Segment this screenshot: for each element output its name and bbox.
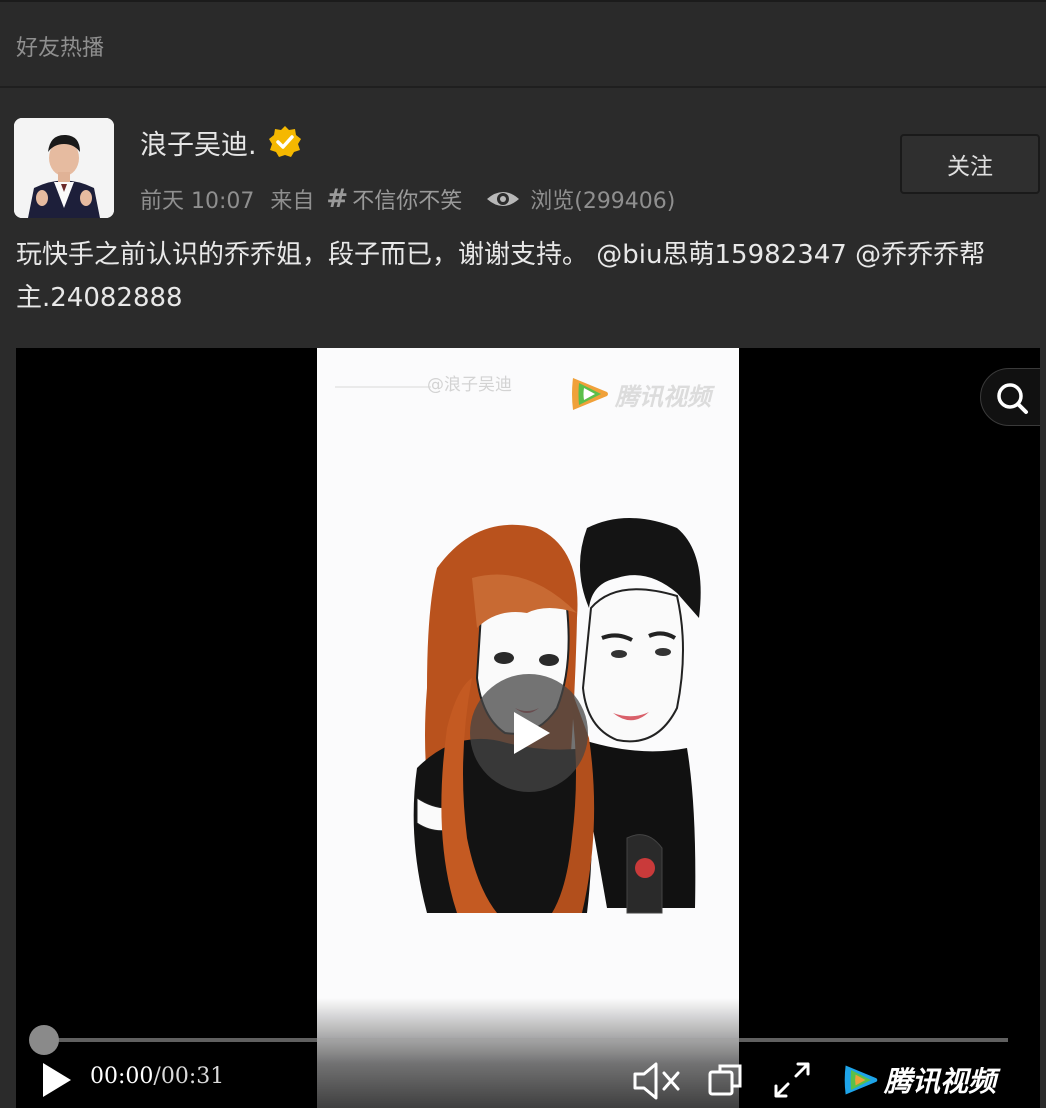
topic-label: 不信你不笑 bbox=[352, 189, 463, 214]
play-icon[interactable] bbox=[40, 1060, 74, 1100]
verified-icon bbox=[268, 126, 301, 157]
fullscreen-icon[interactable] bbox=[772, 1060, 812, 1100]
video-watermark-logo: 腾讯视频 bbox=[569, 374, 711, 414]
tencent-video-brand: 腾讯视频 bbox=[884, 1065, 997, 1098]
source-label: 来自 bbox=[270, 189, 315, 214]
current-time: 00:00 bbox=[90, 1064, 154, 1089]
video-player[interactable]: @浪子吴迪 腾讯视频 00:00/00:31 腾讯视频 bbox=[16, 348, 1040, 1108]
username[interactable]: 浪子吴迪. bbox=[140, 123, 257, 162]
post-text-body: 玩快手之前认识的乔乔姐，段子而已，谢谢支持。 bbox=[16, 240, 589, 270]
pip-icon[interactable] bbox=[706, 1060, 746, 1100]
section-title: 好友热播 bbox=[16, 36, 105, 61]
watermark-line bbox=[335, 386, 431, 388]
section-header: 好友热播 bbox=[0, 0, 1046, 88]
progress-bar[interactable] bbox=[44, 1038, 1008, 1042]
view-count: 浏览(299406) bbox=[486, 183, 675, 215]
big-play-button[interactable] bbox=[470, 674, 588, 792]
avatar[interactable] bbox=[14, 118, 114, 218]
tencent-video-logo-icon bbox=[572, 378, 608, 410]
search-icon bbox=[997, 383, 1028, 414]
video-controls: 00:00/00:31 腾讯视频 bbox=[16, 1056, 1040, 1108]
progress-handle[interactable] bbox=[29, 1025, 59, 1055]
view-count-label: 浏览(299406) bbox=[530, 189, 676, 214]
topic-link[interactable]: # 不信你不笑 bbox=[326, 183, 462, 215]
post-meta: 前天 10:07 来自 # 不信你不笑 浏览(299406) bbox=[140, 182, 675, 216]
post-text: 玩快手之前认识的乔乔姐，段子而已，谢谢支持。 @biu思萌15982347 @乔… bbox=[16, 234, 1036, 320]
mention-link[interactable]: @biu思萌15982347 bbox=[596, 240, 847, 270]
play-icon bbox=[514, 712, 550, 754]
username-row: 浪子吴迪. bbox=[140, 120, 303, 164]
mute-icon[interactable] bbox=[632, 1060, 682, 1102]
total-time: /00:31 bbox=[153, 1064, 225, 1089]
eye-icon bbox=[487, 192, 520, 206]
tencent-video-logo[interactable]: 腾讯视频 bbox=[842, 1060, 996, 1100]
video-search-button[interactable] bbox=[980, 368, 1040, 426]
follow-button[interactable]: 关注 bbox=[900, 134, 1040, 194]
post-time: 前天 10:07 bbox=[140, 189, 255, 214]
video-watermark-user: @浪子吴迪 bbox=[427, 375, 512, 395]
tencent-video-logo-icon bbox=[844, 1065, 878, 1095]
hash-icon: # bbox=[326, 184, 349, 214]
time-display: 00:00/00:31 bbox=[90, 1064, 224, 1089]
video-watermark-brand: 腾讯视频 bbox=[615, 382, 711, 411]
page: 好友热播 浪子吴迪. 前天 10:07 来自 # 不信你不笑 浏览(299406… bbox=[0, 0, 1046, 1108]
